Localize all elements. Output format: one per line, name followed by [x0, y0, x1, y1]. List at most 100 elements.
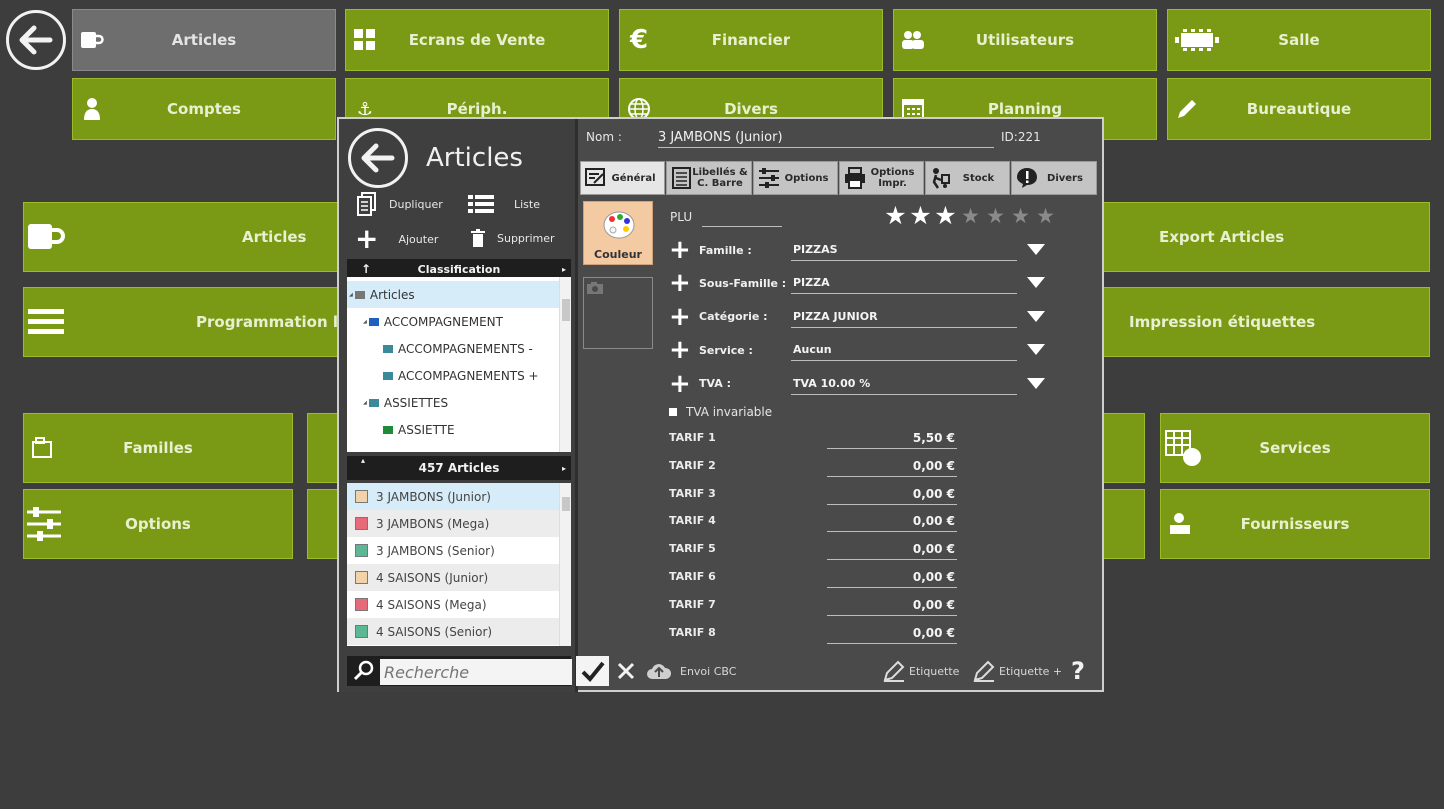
plu-field[interactable] — [702, 207, 782, 227]
list-button[interactable]: Liste — [468, 194, 540, 214]
star-empty-icon[interactable]: ★ — [1033, 203, 1058, 229]
tarif-value[interactable]: 0,00 € — [827, 538, 957, 561]
add-icon[interactable]: + — [669, 337, 691, 363]
tree-item[interactable]: ACCOMPAGNEMENTS + — [347, 362, 559, 389]
tree-item[interactable]: ASSIETTE — [347, 416, 559, 443]
photo-box[interactable] — [583, 277, 653, 349]
star-empty-icon[interactable]: ★ — [958, 203, 983, 229]
list-item[interactable]: 3 JAMBONS (Senior) — [347, 537, 559, 564]
bg-tile-options[interactable]: Options — [23, 489, 293, 559]
bg-tile-hidden-4[interactable] — [1100, 489, 1145, 559]
article-list-header[interactable]: ▴ 457 Articles ▸ — [347, 456, 571, 480]
nav-tile-ecrans-de-vente[interactable]: Ecrans de Vente — [345, 9, 609, 71]
tree-item[interactable]: ◢ ACCOMPAGNEMENT — [347, 308, 559, 335]
tree-item[interactable]: ◢ Articles — [347, 281, 559, 308]
tarif-value[interactable]: 0,00 € — [827, 566, 957, 588]
tarif-value[interactable]: 0,00 € — [827, 510, 957, 533]
checkbox-box[interactable] — [669, 408, 677, 416]
classification-header[interactable]: ↑ Classification ▸ — [347, 259, 571, 279]
expand-toggle-icon[interactable]: ◢ — [349, 292, 353, 298]
delete-button[interactable]: Supprimer — [471, 229, 555, 247]
add-icon[interactable]: + — [669, 270, 691, 296]
envoi-cbc-button[interactable]: Envoi CBC — [646, 656, 736, 686]
nav-tile-salle[interactable]: Salle — [1167, 9, 1431, 71]
add-button[interactable]: + Ajouter — [355, 225, 438, 253]
nav-tile-comptes[interactable]: Comptes — [72, 78, 336, 140]
add-icon[interactable]: + — [669, 304, 691, 330]
tarif-value[interactable]: 0,00 € — [827, 483, 957, 505]
expand-toggle-icon[interactable]: ◢ — [363, 400, 367, 406]
tarif-value[interactable]: 5,50 € — [827, 427, 957, 449]
cancel-button[interactable] — [611, 656, 641, 686]
tab-options-impr[interactable]: Options Impr. — [839, 161, 924, 195]
field-value[interactable]: Aucun — [791, 339, 1017, 362]
tarif-value[interactable]: 0,00 € — [827, 455, 957, 477]
panel-divider[interactable] — [575, 119, 578, 692]
rating-stars[interactable]: ★ ★ ★ ★ ★ ★ ★ — [883, 203, 1058, 229]
tree-scrollbar[interactable] — [559, 277, 571, 452]
add-icon[interactable]: + — [669, 371, 691, 397]
tree-item[interactable]: ◢ ASSIETTES — [347, 389, 559, 416]
bg-tile-label-export[interactable]: Export Articles — [1159, 228, 1284, 246]
tarif-value[interactable]: 0,00 € — [827, 594, 957, 616]
copy-icon — [357, 192, 376, 216]
chevron-down-icon[interactable] — [1027, 310, 1045, 322]
nav-tile-utilisateurs[interactable]: Utilisateurs — [893, 9, 1157, 71]
back-button[interactable] — [6, 10, 66, 70]
bg-tile-services[interactable]: Services — [1160, 413, 1430, 483]
scroll-thumb[interactable] — [562, 299, 570, 321]
tarif-value[interactable]: 0,00 € — [827, 622, 957, 644]
list-item[interactable]: 4 SAISONS (Junior) — [347, 564, 559, 591]
scroll-thumb[interactable] — [562, 497, 570, 511]
sort-up-icon[interactable]: ↑ — [361, 262, 371, 276]
tarif-row: TARIF 1 5,50 € — [669, 427, 959, 451]
etiquette-button[interactable]: Etiquette — [882, 656, 959, 686]
add-icon[interactable]: + — [669, 237, 691, 263]
tab-libelles[interactable]: Libellés & C. Barre — [666, 161, 752, 195]
tab-divers[interactable]: Divers — [1011, 161, 1097, 195]
nav-tile-articles[interactable]: Articles — [72, 9, 336, 71]
tab-options[interactable]: Options — [753, 161, 838, 195]
list-item[interactable]: 4 SAISONS (Mega) — [347, 591, 559, 618]
couleur-button[interactable]: Couleur — [583, 201, 653, 265]
star-filled-icon[interactable]: ★ — [933, 203, 958, 229]
tva-invariable-checkbox[interactable]: TVA invariable — [669, 405, 772, 419]
help-button[interactable]: ? — [1071, 656, 1085, 686]
bg-tile-label-impression[interactable]: Impression étiquettes — [1129, 313, 1315, 331]
chevron-down-icon[interactable] — [1027, 244, 1045, 255]
expand-right-icon[interactable]: ▸ — [562, 265, 566, 274]
list-item[interactable]: 3 JAMBONS (Mega) — [347, 510, 559, 537]
duplicate-button[interactable]: Dupliquer — [357, 192, 443, 216]
star-filled-icon[interactable]: ★ — [883, 203, 908, 229]
search-input[interactable] — [380, 659, 572, 685]
chevron-down-icon[interactable] — [1027, 344, 1045, 356]
star-filled-icon[interactable]: ★ — [908, 203, 933, 229]
tab-stock[interactable]: Stock — [925, 161, 1010, 195]
field-value[interactable]: PIZZA JUNIOR — [791, 306, 1017, 328]
expand-toggle-icon[interactable]: ◢ — [363, 319, 367, 325]
field-value[interactable]: TVA 10.00 % — [791, 373, 1017, 395]
collapse-up-icon[interactable]: ▴ — [361, 456, 365, 465]
list-scrollbar[interactable] — [559, 483, 571, 646]
expand-right-icon[interactable]: ▸ — [562, 464, 566, 473]
dialog-back-button[interactable] — [348, 128, 408, 188]
field-value[interactable]: PIZZAS — [791, 239, 1017, 261]
list-item[interactable]: 3 JAMBONS (Junior) — [347, 483, 559, 510]
nav-tile-bureautique[interactable]: Bureautique — [1167, 78, 1431, 140]
list-item[interactable]: 4 SAISONS (Senior) — [347, 618, 559, 645]
confirm-button[interactable] — [576, 656, 609, 686]
search-icon[interactable] — [353, 660, 375, 682]
etiquette-plus-button[interactable]: Etiquette + — [972, 656, 1062, 686]
bg-tile-familles[interactable]: Familles — [23, 413, 293, 483]
bg-tile-fournisseurs[interactable]: Fournisseurs — [1160, 489, 1430, 559]
tab-general[interactable]: Général — [580, 161, 665, 195]
nav-tile-financier[interactable]: € Financier — [619, 9, 883, 71]
field-value[interactable]: PIZZA — [791, 272, 1017, 295]
chevron-down-icon[interactable] — [1027, 377, 1045, 389]
nom-field[interactable]: 3 JAMBONS (Junior) — [658, 128, 994, 148]
star-empty-icon[interactable]: ★ — [1008, 203, 1033, 229]
chevron-down-icon[interactable] — [1027, 277, 1045, 289]
tree-item[interactable]: ACCOMPAGNEMENTS - — [347, 335, 559, 362]
bg-tile-hidden-2[interactable] — [1100, 413, 1145, 483]
star-empty-icon[interactable]: ★ — [983, 203, 1008, 229]
